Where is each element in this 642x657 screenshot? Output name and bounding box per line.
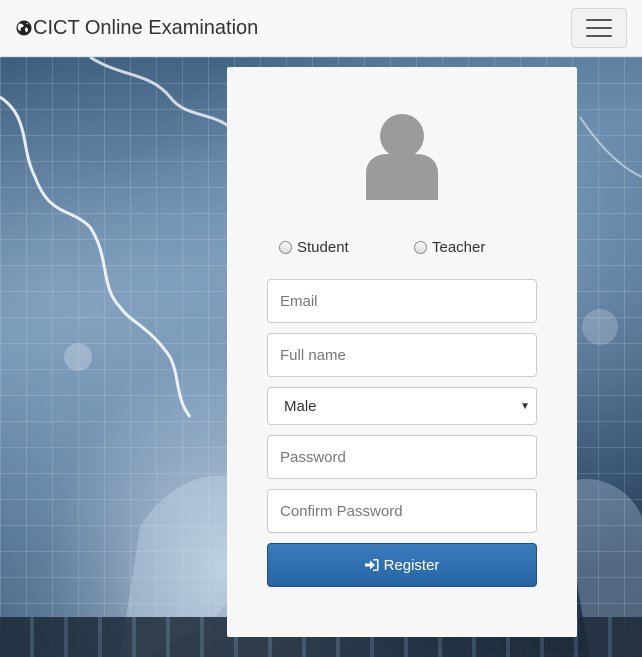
password-field[interactable] — [267, 435, 537, 479]
register-card: Student Teacher Male ▼ Register — [227, 67, 577, 637]
gender-selected-value: Male — [284, 397, 317, 415]
teacher-label: Teacher — [432, 239, 486, 256]
confirm-password-field[interactable] — [267, 489, 537, 533]
menu-toggle-button[interactable] — [571, 8, 627, 48]
role-option-student[interactable]: Student — [279, 239, 349, 256]
hamburger-icon-bar — [586, 35, 612, 37]
register-button[interactable]: Register — [267, 543, 537, 587]
brand-title: CICT Online Examination — [33, 16, 259, 39]
teacher-radio[interactable] — [414, 241, 427, 254]
role-option-teacher[interactable]: Teacher — [414, 239, 485, 256]
globe-icon — [16, 20, 32, 36]
student-label: Student — [297, 239, 349, 256]
navbar: CICT Online Examination — [0, 0, 642, 57]
fullname-field[interactable] — [267, 333, 537, 377]
brand-link[interactable]: CICT Online Examination — [16, 17, 258, 40]
gender-select[interactable]: Male ▼ — [267, 387, 537, 425]
role-selector: Student Teacher — [227, 239, 577, 259]
user-avatar-icon — [366, 114, 438, 200]
email-field[interactable] — [267, 279, 537, 323]
hamburger-icon — [586, 19, 612, 21]
register-label: Register — [383, 556, 440, 574]
caret-down-icon: ▼ — [520, 400, 530, 412]
hamburger-icon-bar — [586, 27, 612, 29]
sign-in-icon — [364, 559, 379, 571]
student-radio[interactable] — [279, 241, 292, 254]
